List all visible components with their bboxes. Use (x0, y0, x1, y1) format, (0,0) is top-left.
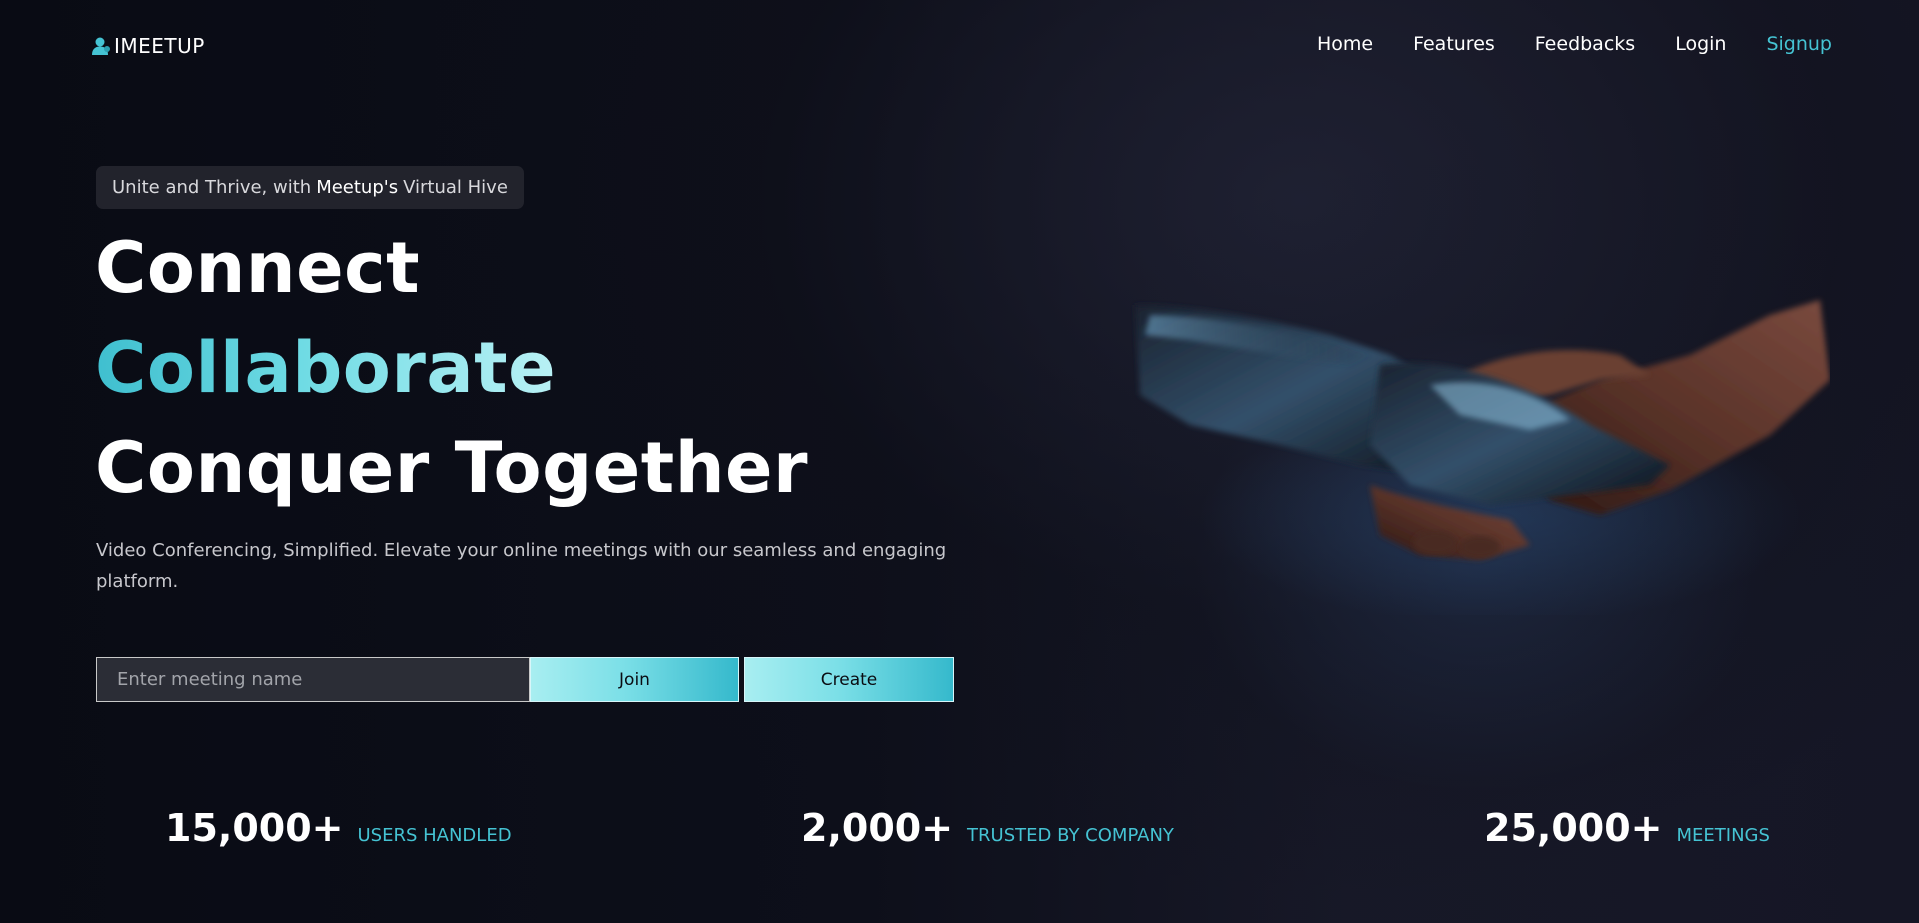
landing-page: IMEETUP Home Features Feedbacks Login Si… (0, 0, 1919, 923)
headline-conquer-together: Conquer Together (95, 427, 809, 509)
stat-label: TRUSTED BY COMPANY (967, 825, 1174, 846)
nav-feedbacks-link[interactable]: Feedbacks (1535, 33, 1635, 55)
create-button[interactable]: Create (744, 657, 954, 702)
stat-meetings: 25,000+ MEETINGS (1484, 806, 1770, 850)
brand-logo[interactable]: IMEETUP (90, 34, 205, 58)
meeting-form: Join Create (96, 657, 954, 702)
tagline-suffix: Virtual Hive (403, 177, 508, 198)
navbar: IMEETUP Home Features Feedbacks Login Si… (0, 0, 1919, 92)
stat-value: 2,000+ (801, 806, 954, 850)
stat-value: 25,000+ (1484, 806, 1663, 850)
stat-label: MEETINGS (1676, 825, 1770, 846)
nav-login-link[interactable]: Login (1675, 33, 1726, 55)
user-icon (90, 36, 112, 56)
brand-name: IMEETUP (114, 34, 205, 58)
stat-trusted-by-company: 2,000+ TRUSTED BY COMPANY (801, 806, 1174, 850)
nav-menu: Home Features Feedbacks Login Signup (1317, 33, 1832, 55)
nav-features-link[interactable]: Features (1413, 33, 1495, 55)
nav-signup-link[interactable]: Signup (1766, 33, 1832, 55)
tagline-brand: Meetup's (316, 177, 399, 198)
tagline-prefix: Unite and Thrive, with (112, 177, 312, 198)
stat-value: 15,000+ (165, 806, 344, 850)
nav-home-link[interactable]: Home (1317, 33, 1373, 55)
headline-connect: Connect (95, 227, 421, 309)
stat-users-handled: 15,000+ USERS HANDLED (165, 806, 512, 850)
hero-description: Video Conferencing, Simplified. Elevate … (96, 540, 947, 592)
handshake-illustration (1130, 285, 1830, 625)
headline-collaborate: Collaborate (95, 327, 557, 409)
hero-tagline: Unite and Thrive, with Meetup's Virtual … (96, 166, 524, 209)
join-button[interactable]: Join (530, 657, 739, 702)
stat-label: USERS HANDLED (357, 825, 512, 846)
meeting-name-input[interactable] (96, 657, 530, 702)
